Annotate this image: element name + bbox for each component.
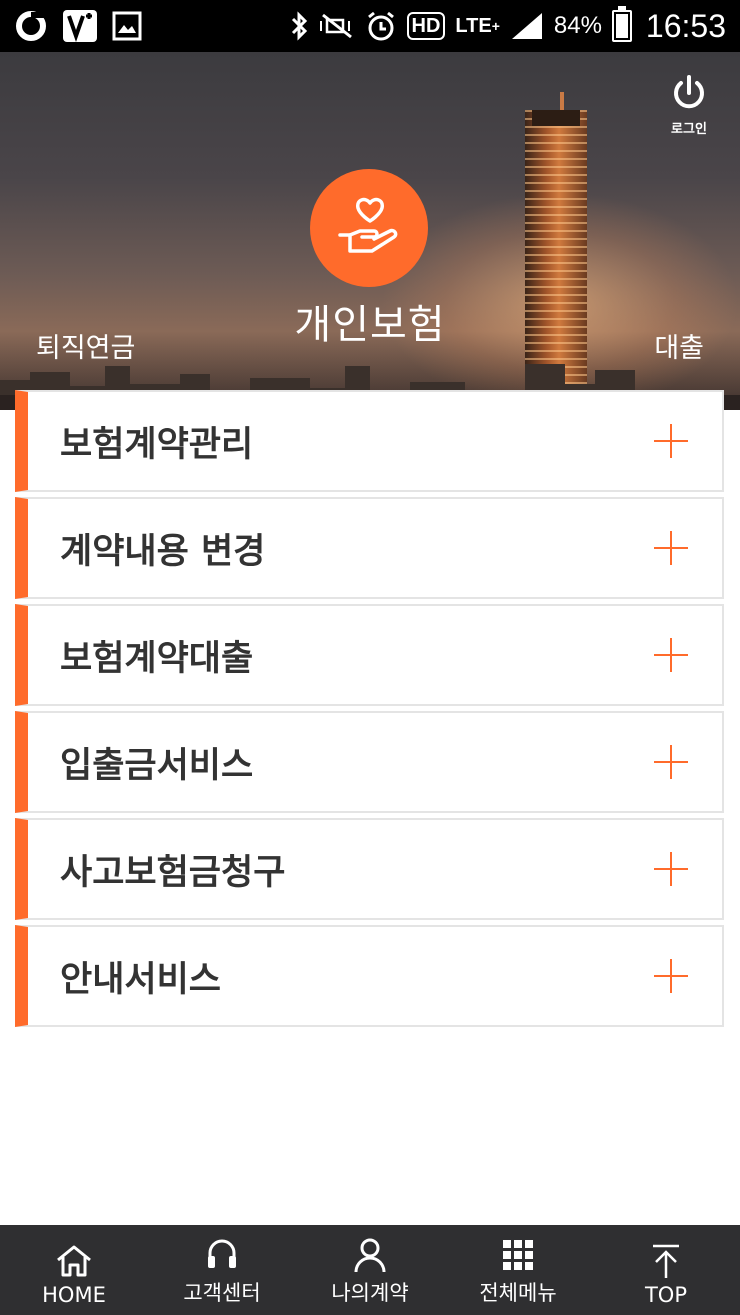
plus-icon[interactable]: [654, 531, 688, 565]
hero-banner: 로그인 개인보험 퇴직연금 대출: [0, 52, 740, 410]
nav-label: TOP: [644, 1283, 688, 1307]
menu-item-label: 보험계약관리: [60, 424, 254, 465]
tower-top: [532, 110, 580, 126]
nav-my-contract[interactable]: 나의계약: [296, 1225, 444, 1315]
bluetooth-icon: [289, 10, 309, 42]
nav-label: HOME: [42, 1283, 106, 1307]
gallery-icon: [112, 11, 142, 41]
plus-icon[interactable]: [654, 745, 688, 779]
status-bar: HD LTE + 84% 16:53: [0, 0, 740, 52]
hd-icon: HD: [406, 12, 446, 40]
headset-icon: [205, 1235, 239, 1275]
arrow-up-icon: [650, 1241, 682, 1281]
menu-list: 보험계약관리 계약내용 변경 보험계약대출 입출금서비스 사고보험금청구 안내서…: [15, 390, 724, 1032]
menu-item-label: 입출금서비스: [60, 745, 254, 786]
nav-top-button[interactable]: TOP: [592, 1225, 740, 1315]
alarm-icon: [365, 10, 397, 42]
plus-icon[interactable]: [654, 638, 688, 672]
menu-item-label: 안내서비스: [60, 959, 222, 1000]
menu-item-label: 보험계약대출: [60, 638, 254, 679]
nav-all-menu[interactable]: 전체메뉴: [444, 1225, 592, 1315]
lte-icon: LTE +: [455, 15, 500, 37]
page-title: 개인보험: [294, 302, 446, 348]
signal-icon: [510, 11, 544, 41]
nav-customer-center[interactable]: 고객센터: [148, 1225, 296, 1315]
home-icon: [55, 1241, 93, 1281]
user-icon: [353, 1235, 387, 1275]
menu-item-contract-management[interactable]: 보험계약관리: [15, 390, 724, 492]
lte-label: LTE: [455, 15, 492, 37]
battery-percent: 84%: [553, 12, 602, 39]
nav-label: 전체메뉴: [479, 1281, 557, 1305]
menu-item-label: 계약내용 변경: [60, 531, 266, 572]
grid-icon: [502, 1235, 534, 1275]
bottom-nav: HOME 고객센터 나의계약 전체메뉴 TOP: [0, 1225, 740, 1315]
menu-item-claim[interactable]: 사고보험금청구: [15, 818, 724, 920]
nav-label: 고객센터: [183, 1281, 261, 1305]
login-label: 로그인: [671, 122, 707, 137]
plus-icon[interactable]: [654, 852, 688, 886]
nav-label: 나의계약: [331, 1281, 409, 1305]
heart-hand-icon: [338, 197, 398, 253]
power-icon: [670, 74, 708, 116]
personal-insurance-icon-circle[interactable]: [310, 169, 428, 287]
menu-item-label: 사고보험금청구: [60, 852, 286, 893]
clock: 16:53: [645, 7, 726, 44]
menu-item-deposit-withdraw[interactable]: 입출금서비스: [15, 711, 724, 813]
tab-loan[interactable]: 대출: [654, 326, 704, 365]
plus-icon[interactable]: [654, 959, 688, 993]
tab-retirement-pension[interactable]: 퇴직연금: [36, 326, 135, 365]
nav-home[interactable]: HOME: [0, 1225, 148, 1315]
menu-item-contract-loan[interactable]: 보험계약대출: [15, 604, 724, 706]
plus-icon[interactable]: [654, 424, 688, 458]
o-app-icon: [14, 9, 48, 43]
v3-app-icon: [62, 9, 98, 43]
menu-item-guide-service[interactable]: 안내서비스: [15, 925, 724, 1027]
mute-icon: [319, 11, 355, 41]
menu-item-contract-change[interactable]: 계약내용 변경: [15, 497, 724, 599]
login-button[interactable]: 로그인: [664, 74, 714, 137]
battery-icon: [611, 6, 632, 42]
